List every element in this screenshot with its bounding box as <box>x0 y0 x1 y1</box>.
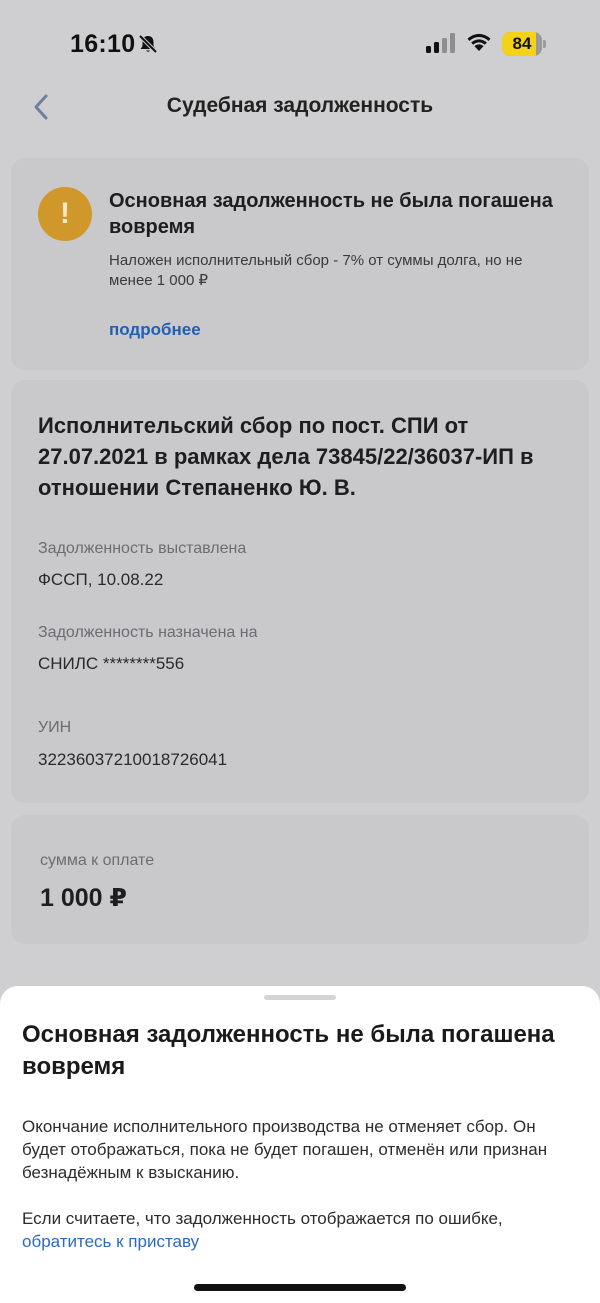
exclamation-icon: ! <box>38 187 92 241</box>
status-time: 16:10 <box>70 30 136 58</box>
payment-amount: 1 000 ₽ <box>40 884 127 912</box>
sheet-title: Основная задолженность не была погашена … <box>22 1021 555 1080</box>
bell-muted-icon <box>138 34 158 54</box>
battery-icon: 84 <box>502 32 546 56</box>
bottom-sheet: Основная задолженность не была погашена … <box>0 986 600 1303</box>
assigned-to-value: СНИЛС ********556 <box>38 654 185 673</box>
more-link[interactable]: подробнее <box>109 320 201 340</box>
battery-level: 84 <box>512 34 532 53</box>
uin-value: 32236037210018726041 <box>38 750 228 769</box>
status-bar: 16:10 84 <box>0 0 600 88</box>
wifi-icon <box>467 33 491 51</box>
alert-text: Наложен исполнительный сбор - 7% от сумм… <box>109 252 523 289</box>
payment-card: сумма к оплате 1 000 ₽ <box>11 815 589 944</box>
sheet-grabber[interactable] <box>264 995 336 1000</box>
sheet-text-error-prefix: Если считаете, что задолженность отображ… <box>22 1209 503 1228</box>
uin-label: УИН <box>38 719 72 736</box>
cellular-signal-icon <box>426 33 455 53</box>
alert-title: Основная задолженность не была погашена … <box>109 190 553 238</box>
battery-cap <box>543 40 546 48</box>
home-indicator <box>194 1284 406 1291</box>
page-title: Судебная задолженность <box>166 94 434 117</box>
sheet-text-error: Если считаете, что задолженность отображ… <box>22 1207 582 1253</box>
issued-by-label: Задолженность выставлена <box>38 540 247 557</box>
assigned-to-label: Задолженность назначена на <box>38 624 258 641</box>
alert-card: ! Основная задолженность не была погашен… <box>11 158 589 370</box>
contact-bailiff-link[interactable]: обратитесь к приставу <box>22 1232 199 1251</box>
debt-title: Исполнительский сбор по пост. СПИ от 27.… <box>38 413 534 500</box>
payment-label: сумма к оплате <box>40 852 155 869</box>
battery-body: 84 <box>502 32 542 56</box>
debt-details-card: Исполнительский сбор по пост. СПИ от 27.… <box>11 380 589 803</box>
issued-by-value: ФССП, 10.08.22 <box>38 570 164 589</box>
sheet-text: Окончание исполнительного производства н… <box>22 1117 548 1182</box>
